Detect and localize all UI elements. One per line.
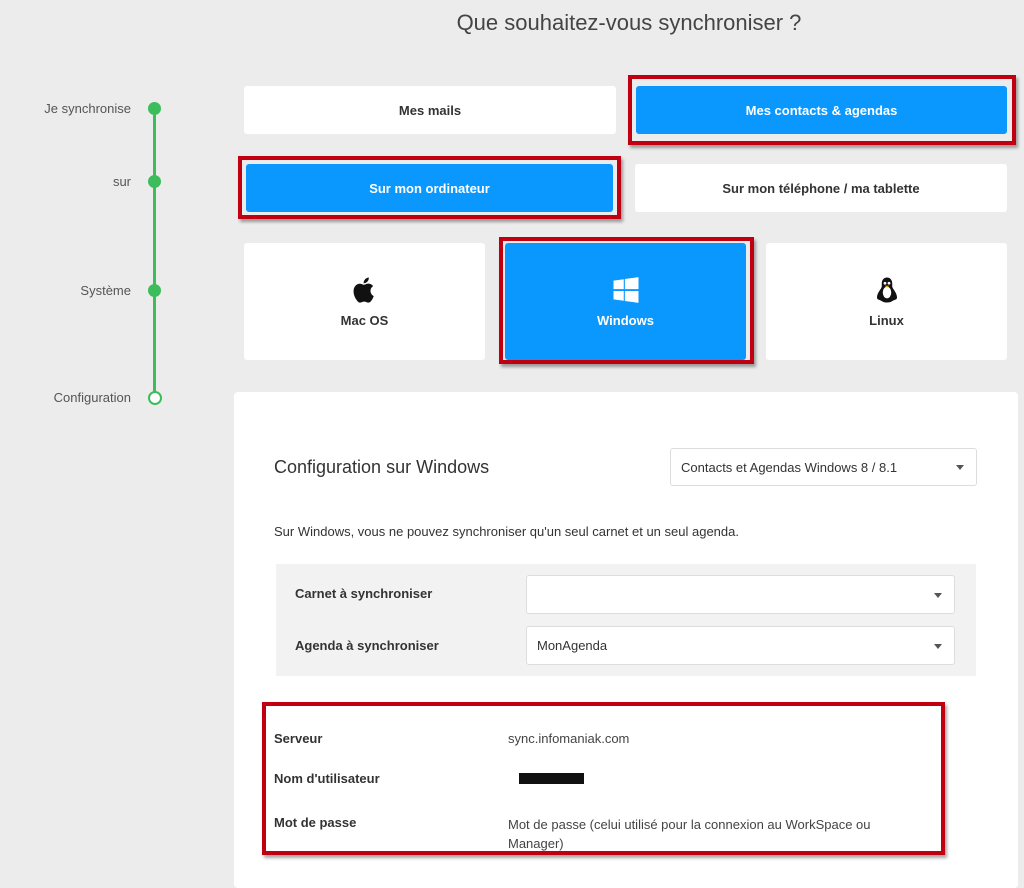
option-sur-mon-telephone[interactable]: Sur mon téléphone / ma tablette [635, 164, 1007, 212]
server-label: Serveur [274, 731, 323, 746]
step-dot-current [148, 391, 162, 405]
option-mes-mails[interactable]: Mes mails [244, 86, 616, 134]
option-label: Mes mails [398, 102, 462, 118]
step-label-configuration: Configuration [53, 390, 131, 405]
step-dot-done [148, 175, 161, 188]
stepper-line [153, 108, 156, 398]
redacted-username [519, 773, 584, 784]
option-linux[interactable]: Linux [766, 243, 1007, 360]
option-label: Sur mon téléphone / ma tablette [722, 180, 920, 196]
step-label-systeme: Système [80, 283, 131, 298]
step-dot-done [148, 102, 161, 115]
windows-icon [613, 277, 638, 303]
username-label: Nom d'utilisateur [274, 771, 380, 786]
windows-version-select[interactable]: Contacts et Agendas Windows 8 / 8.1 [670, 448, 977, 486]
carnet-label: Carnet à synchroniser [295, 586, 433, 601]
select-value: MonAgenda [537, 638, 608, 653]
password-value: Mot de passe (celui utilisé pour la conn… [508, 815, 928, 853]
option-label: Sur mon ordinateur [369, 180, 490, 196]
password-value-line: Mot de passe (celui utilisé pour la conn… [508, 817, 871, 832]
step-label-sur: sur [112, 174, 131, 189]
configuration-title: Configuration sur Windows [274, 457, 490, 477]
password-value-line: Manager) [508, 836, 564, 851]
option-label: Linux [869, 313, 904, 328]
chevron-down-icon [934, 592, 942, 598]
linux-icon [876, 277, 897, 303]
step-dot-done [148, 284, 161, 297]
option-mac-os[interactable]: Mac OS [244, 243, 485, 360]
agenda-select[interactable]: MonAgenda [526, 626, 955, 665]
option-label: Mes contacts & agendas [745, 102, 898, 118]
carnet-select[interactable] [526, 575, 955, 614]
option-windows[interactable]: Windows [505, 243, 746, 360]
password-label: Mot de passe [274, 815, 357, 830]
step-label-je-synchronise: Je synchronise [44, 101, 131, 116]
configuration-panel: Configuration sur Windows Contacts et Ag… [234, 392, 1018, 888]
option-sur-mon-ordinateur[interactable]: Sur mon ordinateur [246, 164, 613, 212]
sync-selection-box: Carnet à synchroniser Agenda à synchroni… [276, 564, 976, 676]
option-mes-contacts-agendas[interactable]: Mes contacts & agendas [636, 86, 1007, 134]
chevron-down-icon [956, 465, 964, 470]
option-label: Mac OS [340, 313, 389, 328]
option-label: Windows [597, 313, 654, 328]
windows-note: Sur Windows, vous ne pouvez synchroniser… [274, 524, 739, 539]
select-value: Contacts et Agendas Windows 8 / 8.1 [681, 459, 898, 475]
chevron-down-icon [934, 643, 942, 649]
apple-icon [353, 277, 374, 303]
page-title: Que souhaitez-vous synchroniser ? [456, 10, 802, 35]
agenda-label: Agenda à synchroniser [295, 638, 439, 653]
server-value: sync.infomaniak.com [508, 731, 630, 746]
